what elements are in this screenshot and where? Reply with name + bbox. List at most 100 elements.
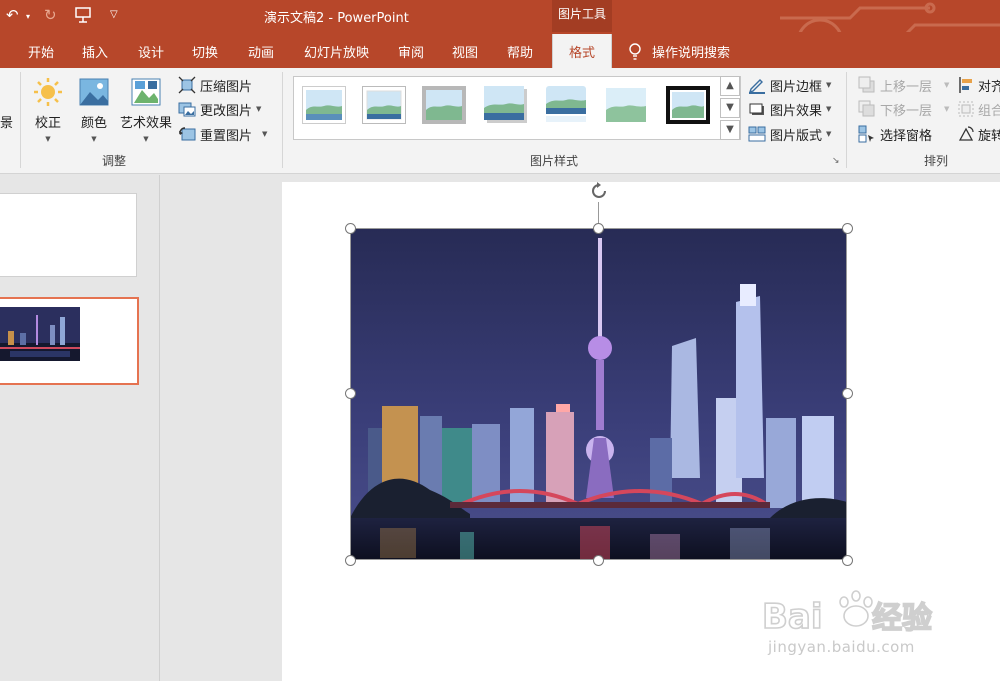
- bring-forward-button[interactable]: 上移一层 ▼: [858, 74, 949, 96]
- effects-icon: [749, 103, 764, 115]
- tell-me-search[interactable]: 操作说明搜索: [628, 42, 730, 61]
- chevron-down-icon: ▼: [826, 81, 832, 89]
- tab-help[interactable]: 帮助: [507, 42, 533, 61]
- resize-handle-bottom[interactable]: [593, 555, 604, 566]
- artistic-effects-icon: [131, 78, 161, 106]
- tab-slideshow[interactable]: 幻灯片放映: [304, 42, 369, 61]
- artistic-effects-button[interactable]: 艺术效果 ▼: [118, 76, 174, 143]
- resize-handle-top-right[interactable]: [842, 223, 853, 234]
- selection-pane-button[interactable]: 选择窗格: [858, 123, 932, 145]
- customize-quick-access-icon[interactable]: ▽: [110, 9, 118, 20]
- tab-view[interactable]: 视图: [452, 42, 478, 61]
- tab-insert[interactable]: 插入: [82, 42, 108, 61]
- group-separator: [282, 72, 283, 168]
- bring-forward-icon: [858, 76, 875, 93]
- lightbulb-icon: [629, 42, 641, 60]
- ribbon-tab-row: 开始 插入 设计 切换 动画 幻灯片放映 审阅 视图 帮助 格式 操作说明搜索: [0, 32, 1000, 68]
- style-beveled-matte-white[interactable]: [362, 86, 406, 124]
- start-from-beginning-icon[interactable]: [74, 6, 92, 28]
- group-icon: [958, 101, 974, 117]
- color-button[interactable]: 颜色 ▼: [76, 76, 112, 143]
- remove-background-partial-label[interactable]: 景: [0, 112, 13, 131]
- resize-handle-bottom-left[interactable]: [345, 555, 356, 566]
- chevron-down-icon: ▼: [726, 102, 734, 113]
- rotate-handle-icon[interactable]: [588, 180, 610, 202]
- change-picture-button[interactable]: 更改图片 ▼: [178, 98, 261, 120]
- resize-handle-left[interactable]: [345, 388, 356, 399]
- more-icon: ▼: [726, 124, 734, 135]
- align-icon: [959, 77, 972, 93]
- slide-thumbnail-2[interactable]: [0, 297, 139, 385]
- group-separator: [846, 72, 847, 168]
- dialog-launcher-icon[interactable]: ↘: [832, 156, 840, 166]
- chevron-down-icon: ▼: [91, 135, 97, 143]
- style-simple-frame-white[interactable]: [302, 86, 346, 124]
- group-button[interactable]: 组合: [958, 98, 1000, 120]
- ribbon: 景 校正 ▼ 颜色 ▼ 艺术效果 ▼ 压缩图片 更改图片 ▼ 重置图片 ▼ 调整…: [0, 68, 1000, 174]
- style-simple-frame-black[interactable]: [666, 86, 710, 124]
- picture-tools-contextual-tab: 图片工具: [552, 0, 612, 32]
- redo-icon[interactable]: ↻: [44, 6, 57, 24]
- arrange-group-label: 排列: [924, 154, 949, 168]
- sun-icon: [34, 78, 62, 106]
- send-backward-button[interactable]: 下移一层 ▼: [858, 98, 949, 120]
- chevron-down-icon: ▼: [143, 135, 149, 143]
- window-title: 演示文稿2 - PowerPoint: [264, 11, 409, 26]
- picture-border-button[interactable]: 图片边框 ▼: [748, 74, 831, 96]
- chevron-down-icon: ▼: [826, 105, 832, 113]
- compress-pictures-button[interactable]: 压缩图片: [178, 74, 252, 96]
- tab-home[interactable]: 开始: [28, 42, 54, 61]
- picture-color-icon: [79, 78, 109, 106]
- resize-handle-top-left[interactable]: [345, 223, 356, 234]
- picture-styles-gallery: [293, 76, 741, 140]
- inserted-city-night-picture[interactable]: [350, 228, 847, 560]
- tab-review[interactable]: 审阅: [398, 42, 424, 61]
- change-picture-icon: [178, 102, 196, 117]
- style-metal-frame[interactable]: [422, 86, 466, 124]
- align-button[interactable]: 对齐: [958, 74, 1000, 96]
- gallery-more-button[interactable]: ▼: [720, 120, 740, 140]
- thumbnail-city-image: [0, 307, 80, 361]
- tab-animations[interactable]: 动画: [248, 42, 274, 61]
- chevron-down-icon: ▼: [256, 105, 262, 113]
- undo-dropdown-icon[interactable]: ▾: [26, 12, 30, 21]
- adjust-group-label: 调整: [102, 154, 127, 168]
- picture-styles-group-label: 图片样式: [530, 154, 579, 168]
- slide-thumbnail-pane: [0, 175, 160, 681]
- chevron-down-icon: ▼: [944, 105, 950, 113]
- corrections-button[interactable]: 校正 ▼: [30, 76, 66, 143]
- chevron-down-icon: ▼: [262, 130, 268, 138]
- style-drop-shadow-rectangle[interactable]: [484, 86, 528, 124]
- rotate-button[interactable]: 旋转: [958, 123, 1000, 145]
- reset-picture-icon: [179, 127, 196, 141]
- chevron-down-icon: ▼: [45, 135, 51, 143]
- reset-picture-button[interactable]: 重置图片 ▼: [178, 123, 267, 145]
- gallery-scroll-up-button[interactable]: ▲: [720, 76, 740, 96]
- picture-effects-button[interactable]: 图片效果 ▼: [748, 98, 831, 120]
- title-bar: ↶ ▾ ↻ ▽ 演示文稿2 - PowerPoint: [0, 0, 1000, 32]
- resize-handle-top[interactable]: [593, 223, 604, 234]
- rotate-icon: [958, 126, 974, 141]
- resize-handle-right[interactable]: [842, 388, 853, 399]
- send-backward-icon: [858, 100, 875, 117]
- undo-icon[interactable]: ↶: [6, 6, 19, 24]
- layout-icon: [748, 126, 766, 142]
- gallery-scroll-down-button[interactable]: ▼: [720, 98, 740, 118]
- watermark-site-url: jingyan.baidu.com: [768, 638, 915, 656]
- tab-design[interactable]: 设计: [138, 42, 164, 61]
- selection-pane-icon: [858, 125, 874, 143]
- chevron-up-icon: ▲: [726, 80, 734, 91]
- tell-me-label: 操作说明搜索: [652, 46, 731, 61]
- chevron-down-icon: ▼: [944, 81, 950, 89]
- pen-border-icon: [748, 79, 765, 94]
- chevron-down-icon: ▼: [826, 130, 832, 138]
- tab-transitions[interactable]: 切换: [192, 42, 218, 61]
- picture-layout-button[interactable]: 图片版式 ▼: [748, 123, 831, 145]
- style-reflected-rounded-rectangle[interactable]: [544, 86, 588, 124]
- compress-icon: [178, 76, 196, 94]
- style-soft-edge-rectangle[interactable]: [604, 86, 648, 124]
- resize-handle-bottom-right[interactable]: [842, 555, 853, 566]
- group-separator: [20, 72, 21, 168]
- tab-format[interactable]: 格式: [552, 34, 613, 68]
- slide-thumbnail-1[interactable]: [0, 193, 137, 277]
